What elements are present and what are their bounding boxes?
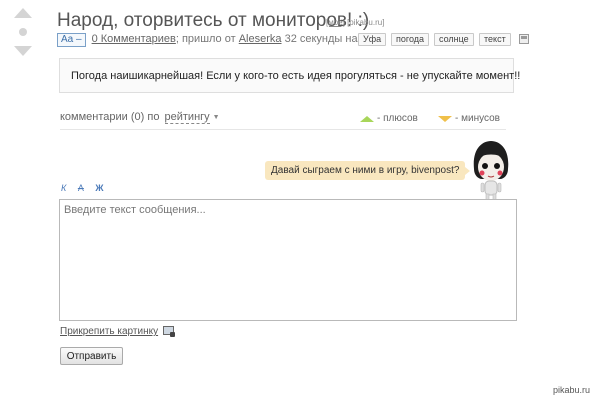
source-my-tag[interactable]: [моё]	[326, 18, 345, 27]
author-link[interactable]: Aleserka	[239, 33, 282, 45]
minus-triangle-icon	[438, 116, 452, 122]
minus-legend-label: - минусов	[455, 113, 500, 124]
send-button[interactable]: Отправить	[60, 347, 123, 365]
post-title[interactable]: Народ, оторвитесь от мониторов! :)	[57, 10, 369, 32]
comment-textarea[interactable]	[59, 199, 517, 321]
attach-image-link[interactable]: Прикрепить картинку	[60, 326, 158, 337]
post-meta: Aa –0 Комментариев; пришло от Aleserka 3…	[57, 33, 375, 47]
post-source-tags: [моё] [pikabu.ru]	[326, 18, 384, 27]
vote-up-arrow-icon[interactable]	[14, 8, 32, 18]
vote-column	[12, 8, 34, 60]
divider	[60, 129, 506, 130]
comments-count-text: комментарии (0) по	[60, 111, 160, 123]
vote-down-arrow-icon[interactable]	[14, 46, 32, 56]
tag-weather[interactable]: погода	[391, 33, 430, 46]
attach-image-icon[interactable]	[163, 326, 175, 337]
tag-sun[interactable]: солнце	[434, 33, 474, 46]
watermark: pikabu.ru	[553, 385, 591, 395]
tag-text[interactable]: текст	[479, 33, 511, 46]
mascot-speech-bubble: Давай сыграем с ними в игру, bivenpost?	[265, 161, 471, 180]
plus-legend-label: - плюсов	[377, 113, 418, 124]
comments-sort: комментарии (0) по рейтингу ▼	[60, 111, 220, 124]
vote-neutral-dot-icon	[19, 28, 27, 36]
comments-link[interactable]: 0 Комментариев	[92, 33, 176, 45]
save-icon[interactable]	[519, 34, 529, 44]
format-italic-button[interactable]: К	[61, 183, 66, 193]
format-bold-button[interactable]: Ж	[95, 183, 103, 193]
chevron-down-icon[interactable]: ▼	[213, 114, 220, 121]
sort-dropdown[interactable]: рейтингу	[164, 111, 210, 124]
font-size-toggle[interactable]: Aa –	[57, 33, 86, 47]
format-strike-button[interactable]: А	[78, 183, 84, 193]
from-text: ; пришло от	[175, 33, 236, 45]
plus-triangle-icon	[360, 116, 374, 122]
source-site-tag: [pikabu.ru]	[347, 18, 385, 27]
post-message: Погода наишикарнейшая! Если у кого-то ес…	[59, 58, 520, 93]
format-toolbar: К А Ж	[61, 183, 113, 195]
tag-ufa[interactable]: Уфа	[358, 33, 387, 46]
